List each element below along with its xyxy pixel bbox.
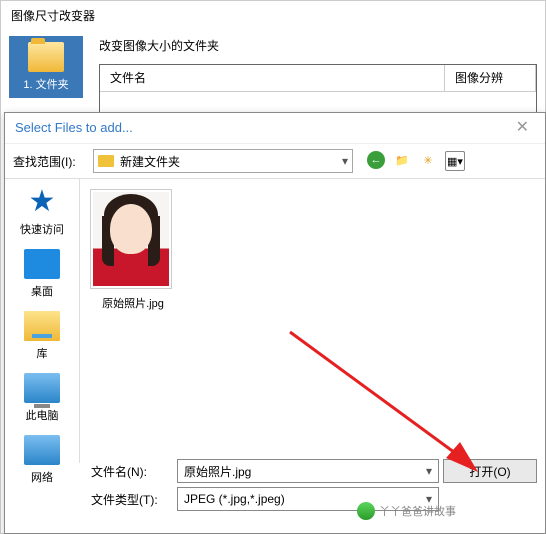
wechat-icon bbox=[357, 502, 375, 520]
view-menu-icon[interactable]: ▦▾ bbox=[445, 151, 465, 171]
sidebar-item-folder[interactable]: 1. 文件夹 bbox=[9, 36, 83, 98]
watermark-text: 丫丫爸爸讲故事 bbox=[379, 503, 456, 519]
place-this-pc[interactable]: 此电脑 bbox=[12, 373, 72, 423]
lookin-row: 查找范围(I): 新建文件夹 ▾ ← 📁 ✳ ▦▾ bbox=[5, 144, 545, 179]
dialog-titlebar: Select Files to add... ✕ bbox=[5, 113, 545, 144]
up-folder-icon[interactable]: 📁 bbox=[393, 151, 411, 169]
new-folder-icon[interactable]: ✳ bbox=[419, 151, 437, 169]
place-quick-access[interactable]: ★ 快速访问 bbox=[12, 187, 72, 237]
file-list-area[interactable]: 原始照片.jpg bbox=[80, 179, 545, 463]
thumbnail-image bbox=[90, 189, 172, 289]
dialog-body: ★ 快速访问 桌面 库 此电脑 网络 bbox=[5, 179, 545, 463]
filetype-label: 文件类型(T): bbox=[91, 491, 173, 508]
col-filename: 文件名 bbox=[100, 65, 445, 91]
sidebar-item-label: 1. 文件夹 bbox=[23, 79, 68, 91]
dialog-title: Select Files to add... bbox=[15, 113, 133, 143]
close-icon[interactable]: ✕ bbox=[510, 113, 535, 143]
filename-combo[interactable]: 原始照片.jpg ▾ bbox=[177, 459, 439, 483]
lookin-value: 新建文件夹 bbox=[120, 153, 180, 170]
star-icon: ★ bbox=[24, 187, 60, 217]
file-thumbnail[interactable]: 原始照片.jpg bbox=[90, 189, 176, 311]
watermark: 丫丫爸爸讲故事 bbox=[357, 502, 456, 520]
lookin-combo[interactable]: 新建文件夹 ▾ bbox=[93, 149, 353, 173]
place-label: 快速访问 bbox=[20, 224, 64, 236]
places-bar: ★ 快速访问 桌面 库 此电脑 网络 bbox=[5, 179, 80, 463]
file-open-dialog: Select Files to add... ✕ 查找范围(I): 新建文件夹 … bbox=[4, 112, 546, 534]
thumbnail-label: 原始照片.jpg bbox=[90, 295, 176, 311]
col-resolution: 图像分辨 bbox=[445, 65, 536, 91]
desktop-icon bbox=[24, 249, 60, 279]
folder-icon bbox=[98, 155, 114, 167]
library-icon bbox=[24, 311, 60, 341]
filename-label: 文件名(N): bbox=[91, 463, 173, 480]
photo-preview bbox=[93, 192, 169, 286]
open-button[interactable]: 打开(O) bbox=[443, 459, 537, 483]
place-label: 库 bbox=[37, 348, 48, 360]
chevron-down-icon: ▾ bbox=[342, 154, 348, 168]
chevron-down-icon: ▾ bbox=[426, 464, 432, 478]
place-label: 桌面 bbox=[31, 286, 53, 298]
dialog-bottom: 文件名(N): 原始照片.jpg ▾ 打开(O) 文件类型(T): JPEG (… bbox=[5, 451, 545, 533]
open-button-label: 打开(O) bbox=[469, 463, 510, 480]
place-desktop[interactable]: 桌面 bbox=[12, 249, 72, 299]
pc-icon bbox=[24, 373, 60, 403]
filename-value: 原始照片.jpg bbox=[184, 463, 251, 480]
app-title: 图像尺寸改变器 bbox=[1, 1, 545, 31]
place-libraries[interactable]: 库 bbox=[12, 311, 72, 361]
folder-icon bbox=[28, 42, 64, 72]
lookin-label: 查找范围(I): bbox=[13, 153, 93, 170]
app-subtitle: 改变图像大小的文件夹 bbox=[91, 31, 545, 60]
grid-header: 文件名 图像分辨 bbox=[100, 65, 536, 92]
filetype-value: JPEG (*.jpg,*.jpeg) bbox=[184, 492, 285, 506]
lookin-toolbar: ← 📁 ✳ ▦▾ bbox=[367, 151, 465, 171]
back-icon[interactable]: ← bbox=[367, 151, 385, 169]
place-label: 此电脑 bbox=[26, 410, 59, 422]
